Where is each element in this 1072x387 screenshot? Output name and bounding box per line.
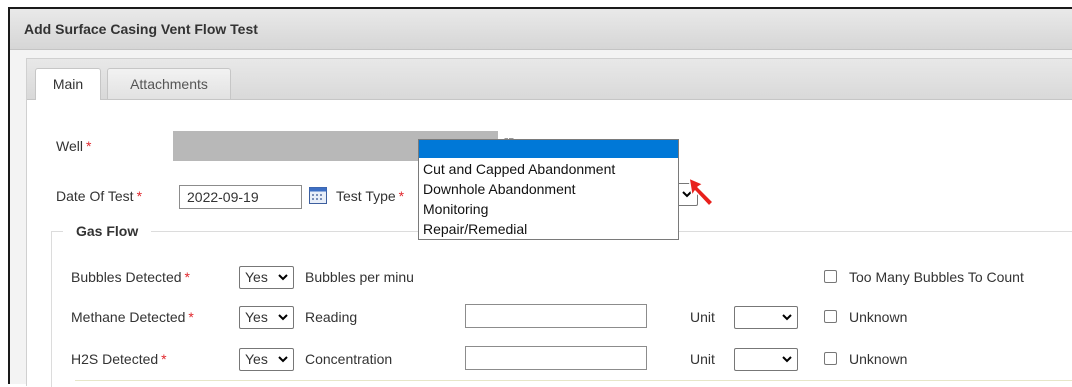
h2s-detected-select[interactable]: Yes <box>239 348 294 371</box>
test-type-label: Test Type * <box>336 188 405 204</box>
h2s-unknown-label: Unknown <box>849 351 908 367</box>
dialog-titlebar: Add Surface Casing Vent Flow Test <box>10 9 1072 50</box>
date-of-test-input[interactable]: 2022-09-19 <box>179 185 302 209</box>
h2s-unknown-checkbox[interactable] <box>824 352 837 365</box>
dropdown-option[interactable]: Cut and Capped Abandonment <box>423 161 615 177</box>
methane-detected-select[interactable]: Yes <box>239 306 294 329</box>
dropdown-option[interactable]: Monitoring <box>423 201 488 217</box>
fieldset-border-left <box>51 231 52 387</box>
chevron-down-icon <box>278 356 288 363</box>
h2s-detected-label: H2S Detected * <box>71 351 167 367</box>
unit-label: Unit <box>690 351 715 367</box>
reading-label: Reading <box>305 309 358 325</box>
required-mark: * <box>85 138 92 154</box>
h2s-unit-select[interactable] <box>734 348 798 371</box>
chevron-down-icon <box>782 356 792 363</box>
methane-unknown-label: Unknown <box>849 309 908 325</box>
too-many-bubbles-checkbox[interactable] <box>824 270 837 283</box>
unit-label: Unit <box>690 309 715 325</box>
tab-attachments[interactable]: Attachments <box>107 68 231 99</box>
concentration-label: Concentration <box>305 351 393 367</box>
chevron-down-icon <box>278 314 288 321</box>
chevron-down-icon <box>782 314 792 321</box>
red-arrow-icon <box>688 177 714 207</box>
dialog-title: Add Surface Casing Vent Flow Test <box>24 21 258 37</box>
reading-input[interactable] <box>465 304 647 328</box>
well-label: Well * <box>56 138 92 154</box>
tab-main[interactable]: Main <box>35 68 101 100</box>
concentration-input[interactable] <box>465 346 647 370</box>
date-of-test-label: Date Of Test * <box>56 188 143 204</box>
bubbles-per-minute-label: Bubbles per minu <box>305 269 414 285</box>
tab-bar: Main Attachments <box>27 59 1072 100</box>
dropdown-option-blank[interactable] <box>419 140 678 158</box>
divider <box>75 380 1072 381</box>
dropdown-option[interactable]: Downhole Abandonment <box>423 181 576 197</box>
test-type-dropdown-list: Cut and Capped Abandonment Downhole Aban… <box>418 139 679 240</box>
gas-flow-legend: Gas Flow <box>63 223 152 239</box>
methane-detected-label: Methane Detected * <box>71 309 194 325</box>
methane-unknown-checkbox[interactable] <box>824 310 837 323</box>
bubbles-detected-label: Bubbles Detected * <box>71 269 190 285</box>
bubbles-detected-select[interactable]: Yes <box>239 266 294 289</box>
dropdown-option[interactable]: Repair/Remedial <box>423 221 527 237</box>
calendar-icon[interactable] <box>309 187 327 204</box>
chevron-down-icon <box>278 274 288 281</box>
methane-unit-select[interactable] <box>734 306 798 329</box>
too-many-bubbles-label: Too Many Bubbles To Count <box>849 269 1024 285</box>
